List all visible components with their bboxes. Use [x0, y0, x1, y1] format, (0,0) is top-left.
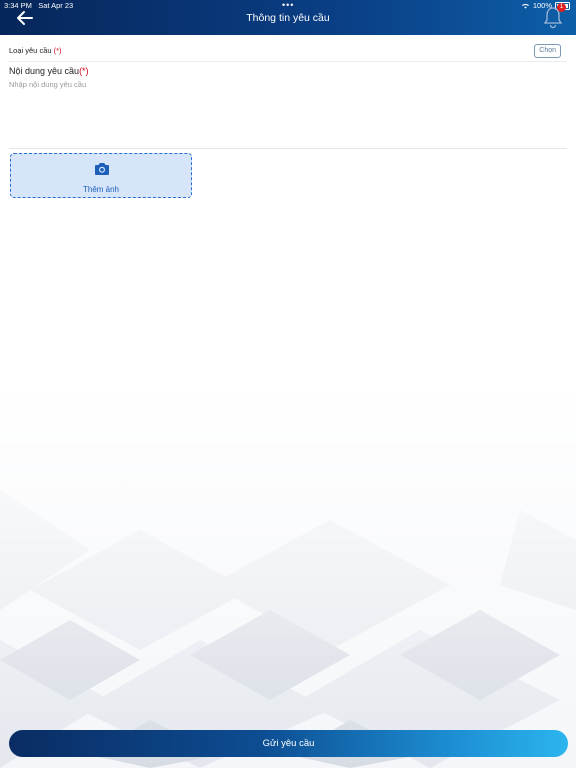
- content-label: Nội dung yêu cầu(*): [9, 66, 89, 76]
- choose-button[interactable]: Chọn: [534, 44, 561, 58]
- request-type-row[interactable]: Loại yêu cầu (*) Chọn: [9, 39, 567, 62]
- camera-icon: [95, 163, 109, 175]
- notification-button[interactable]: 1: [542, 3, 566, 29]
- request-type-label: Loại yêu cầu (*): [9, 46, 62, 55]
- required-mark: (*): [79, 66, 89, 76]
- add-photo-label: Thêm ảnh: [82, 185, 120, 194]
- submit-button[interactable]: Gửi yêu cầu: [9, 730, 568, 757]
- required-mark: (*): [53, 46, 62, 55]
- multitask-dots[interactable]: •••: [282, 0, 294, 10]
- background-pattern: [0, 380, 576, 768]
- add-photo-button[interactable]: Thêm ảnh: [10, 153, 192, 198]
- status-time: 3:34 PM Sat Apr 23: [4, 1, 74, 10]
- app-header: 3:34 PM Sat Apr 23 ••• 100% Thông tin yê…: [0, 0, 576, 35]
- page-title: Thông tin yêu cầu: [246, 12, 330, 24]
- wifi-icon: [521, 3, 529, 9]
- notification-badge: 1: [557, 3, 566, 12]
- content-input[interactable]: [9, 80, 567, 149]
